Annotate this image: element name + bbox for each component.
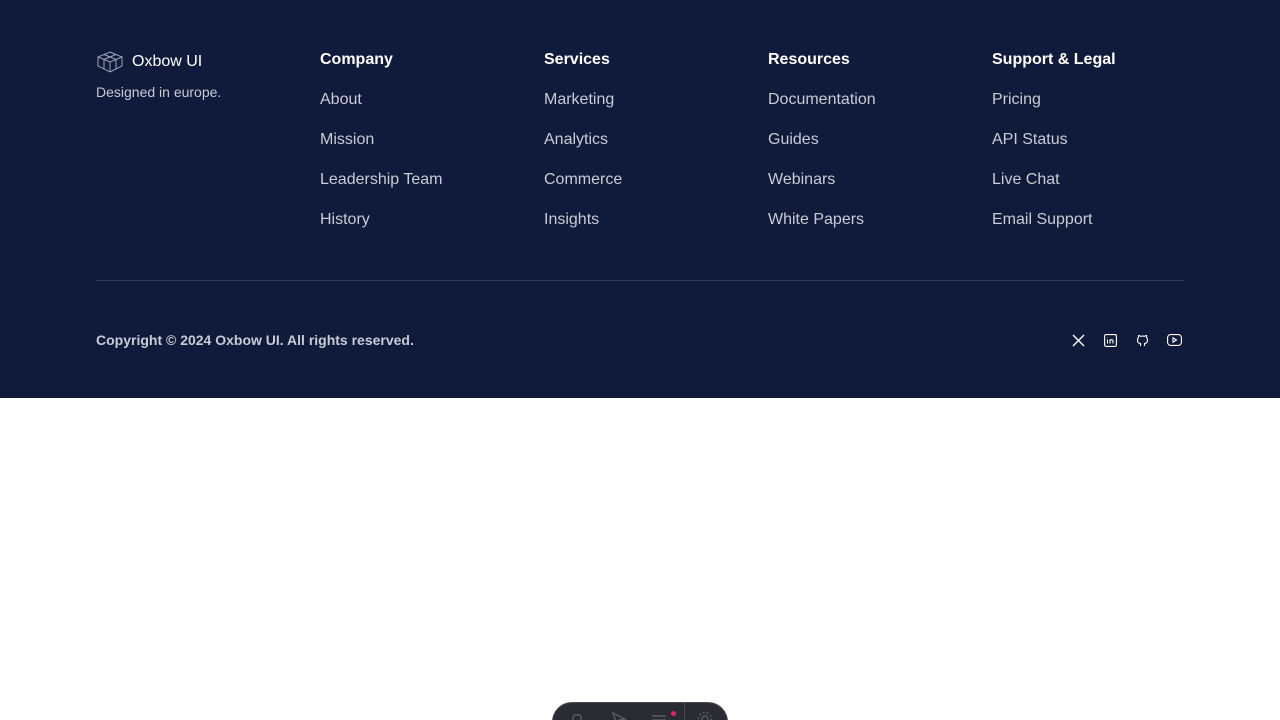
column-heading: Company (320, 51, 393, 68)
gear-icon[interactable] (697, 711, 713, 720)
inspect-icon[interactable] (569, 711, 585, 720)
footer-link-history[interactable]: History (320, 211, 370, 228)
linkedin-icon[interactable] (1102, 331, 1118, 349)
floating-dock-toolbar (552, 702, 728, 720)
brand-name: Oxbow UI (132, 53, 203, 70)
footer-link-api-status[interactable]: API Status (992, 131, 1068, 148)
site-footer: Oxbow UI Designed in europe. Company Abo… (0, 0, 1280, 398)
column-heading: Resources (768, 51, 850, 68)
footer-link-analytics[interactable]: Analytics (544, 131, 608, 148)
footer-link-leadership-team[interactable]: Leadership Team (320, 171, 442, 188)
footer-link-insights[interactable]: Insights (544, 211, 599, 228)
x-icon[interactable] (1070, 331, 1086, 349)
social-links (1070, 331, 1182, 349)
footer-link-commerce[interactable]: Commerce (544, 171, 622, 188)
brand-logo-link[interactable]: Oxbow UI (96, 50, 296, 74)
column-heading: Support & Legal (992, 51, 1116, 68)
dock-separator (684, 703, 685, 720)
footer-link-white-papers[interactable]: White Papers (768, 211, 864, 228)
footer-column-support-legal: Support & Legal Pricing API Status Live … (992, 50, 1192, 250)
footer-link-email-support[interactable]: Email Support (992, 211, 1093, 228)
copyright-text: Copyright © 2024 Oxbow UI. All rights re… (96, 332, 414, 348)
cube-logo-icon (96, 50, 124, 74)
footer-column-services: Services Marketing Analytics Commerce In… (544, 50, 744, 250)
footer-link-about[interactable]: About (320, 91, 362, 108)
column-heading: Services (544, 51, 610, 68)
footer-link-mission[interactable]: Mission (320, 131, 374, 148)
footer-link-documentation[interactable]: Documentation (768, 91, 876, 108)
footer-column-company: Company About Mission Leadership Team Hi… (320, 50, 520, 250)
footer-link-live-chat[interactable]: Live Chat (992, 171, 1060, 188)
brand-block: Oxbow UI Designed in europe. (96, 50, 296, 100)
footer-link-pricing[interactable]: Pricing (992, 91, 1041, 108)
brand-tagline: Designed in europe. (96, 84, 222, 100)
footer-column-resources: Resources Documentation Guides Webinars … (768, 50, 968, 250)
pointer-icon[interactable] (611, 711, 628, 720)
footer-link-webinars[interactable]: Webinars (768, 171, 835, 188)
github-icon[interactable] (1134, 331, 1150, 349)
youtube-icon[interactable] (1166, 331, 1182, 349)
footer-link-guides[interactable]: Guides (768, 131, 819, 148)
menu-icon[interactable] (651, 711, 667, 720)
footer-link-marketing[interactable]: Marketing (544, 91, 614, 108)
notification-dot (671, 711, 676, 716)
footer-divider (96, 280, 1184, 281)
